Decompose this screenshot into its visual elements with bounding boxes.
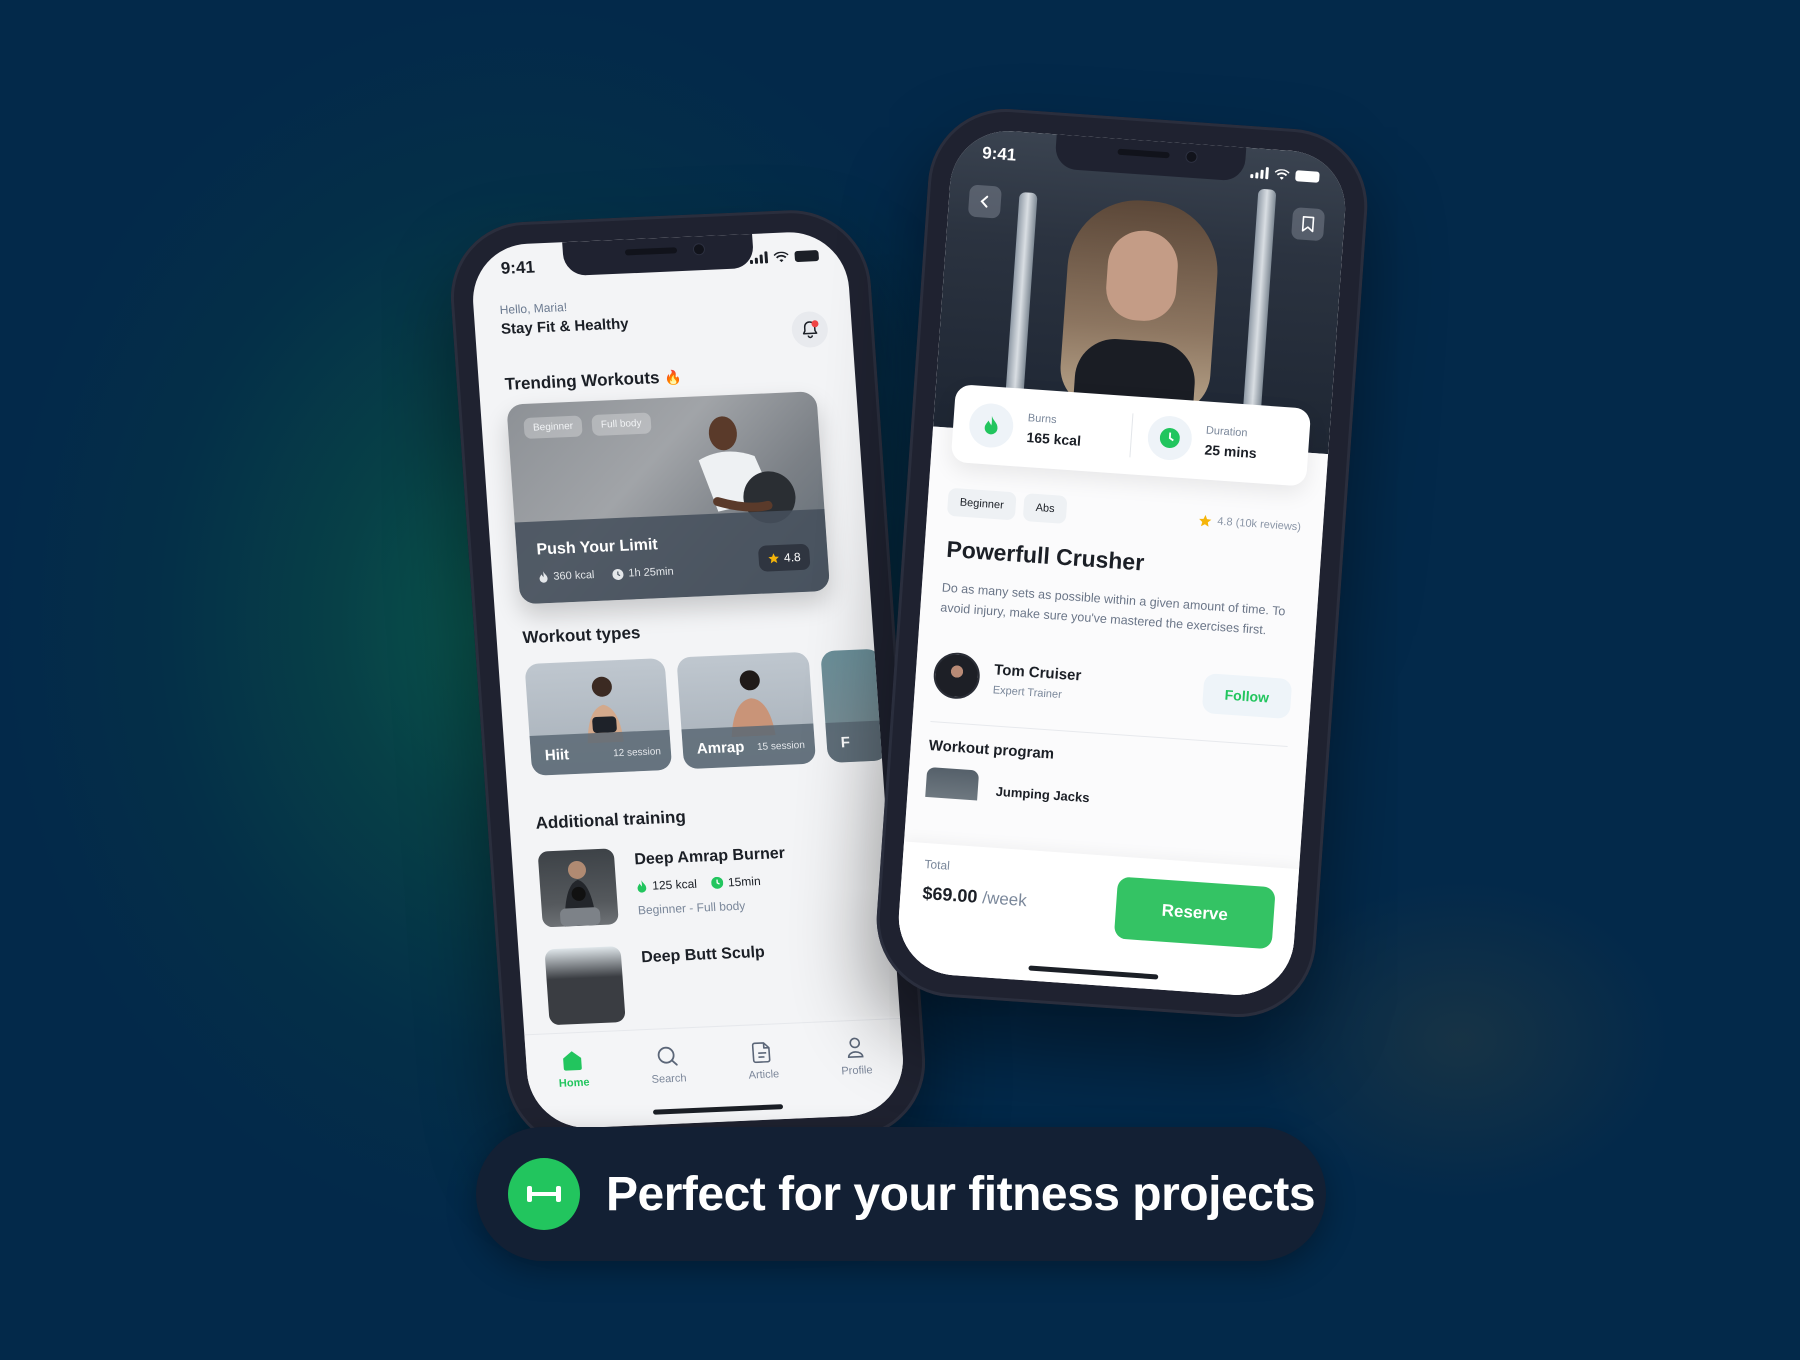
rating-badge: 4.8 xyxy=(758,543,811,572)
clock-icon xyxy=(710,876,723,889)
tab-profile[interactable]: Profile xyxy=(839,1036,873,1078)
tag-chip: Beginner xyxy=(946,487,1017,521)
home-screen: 9:41 Hello, Maria! Stay Fit & Healthy Tr… xyxy=(469,229,907,1131)
promo-banner: Perfect for your fitness projects xyxy=(476,1127,1326,1261)
phone-detail: 9:41 Burns 165 kcal Duration 25 mins Beg… xyxy=(871,103,1373,1023)
additional-training-title: Additional training xyxy=(534,807,687,833)
clock-icon xyxy=(1159,427,1180,448)
program-name: Jumping Jacks xyxy=(995,783,1091,806)
workout-type-name: Amrap xyxy=(696,738,745,758)
trainer-role: Expert Trainer xyxy=(992,683,1063,701)
chevron-left-icon xyxy=(980,195,989,208)
bookmark-icon xyxy=(1301,216,1315,233)
tab-search[interactable]: Search xyxy=(649,1044,687,1086)
calories-meta: 360 kcal xyxy=(538,569,595,583)
star-icon xyxy=(1199,514,1212,527)
clock-icon xyxy=(612,568,624,580)
training-title: Deep Amrap Burner xyxy=(633,844,786,869)
workout-type-card[interactable]: Hiit 12 session xyxy=(524,658,673,776)
signal-icon xyxy=(749,251,769,265)
training-list-item[interactable]: Deep Butt Sculp xyxy=(544,940,769,1026)
banner-icon-badge xyxy=(508,1158,580,1230)
workout-type-card[interactable]: F xyxy=(820,648,889,763)
tag-chip: Full body xyxy=(591,412,652,437)
workout-type-count: 15 session xyxy=(756,739,806,754)
stat-duration: Duration 25 mins xyxy=(1130,413,1310,469)
wifi-icon xyxy=(1274,168,1290,180)
fire-icon: 🔥 xyxy=(663,369,683,386)
training-thumbnail xyxy=(537,848,619,928)
workout-type-name: Hiit xyxy=(544,746,570,765)
greeting-text: Hello, Maria! xyxy=(499,300,568,317)
tab-home[interactable]: Home xyxy=(557,1049,590,1090)
home-icon xyxy=(563,1051,583,1071)
article-icon xyxy=(752,1042,771,1064)
workout-types-title: Workout types xyxy=(521,623,642,648)
battery-icon xyxy=(1295,169,1320,183)
training-thumbnail xyxy=(544,946,626,1026)
bottom-tab-bar: Home Search Article Profile xyxy=(524,1017,907,1131)
flame-icon xyxy=(637,879,647,893)
tab-article[interactable]: Article xyxy=(746,1040,780,1082)
workout-type-name: F xyxy=(840,733,851,752)
profile-icon xyxy=(848,1037,864,1059)
trending-title: Trending Workouts 🔥 xyxy=(504,367,682,395)
notification-button[interactable] xyxy=(790,310,830,349)
flame-icon xyxy=(984,415,998,435)
training-list-item[interactable]: Deep Amrap Burner 125 kcal 15min Beginne… xyxy=(537,841,790,928)
stat-burns: Burns 165 kcal xyxy=(952,401,1132,457)
wifi-icon xyxy=(773,251,789,262)
total-label: Total xyxy=(924,856,951,873)
phone-home: 9:41 Hello, Maria! Stay Fit & Healthy Tr… xyxy=(445,206,931,1154)
trending-title-text: Trending Workouts xyxy=(504,368,661,394)
reserve-button[interactable]: Reserve xyxy=(1113,876,1276,950)
program-thumbnail xyxy=(925,766,980,801)
detail-screen: 9:41 Burns 165 kcal Duration 25 mins Beg… xyxy=(894,127,1350,999)
workout-type-card[interactable]: Amrap 15 session xyxy=(676,651,817,770)
trainer-name: Tom Cruiser xyxy=(993,660,1082,684)
battery-icon xyxy=(794,249,820,262)
tag-chip: Abs xyxy=(1022,493,1068,524)
status-time: 9:41 xyxy=(500,257,536,278)
signal-icon xyxy=(1250,166,1269,180)
status-time: 9:41 xyxy=(981,143,1017,165)
price: $69.00 /week xyxy=(921,882,1028,911)
training-meta: 125 kcal 15min xyxy=(636,873,787,894)
tagline-text: Stay Fit & Healthy xyxy=(500,315,630,338)
follow-button[interactable]: Follow xyxy=(1201,673,1293,720)
workout-type-count: 12 session xyxy=(612,746,662,760)
training-title: Deep Butt Sculp xyxy=(640,943,766,967)
tag-chip: Beginner xyxy=(523,415,583,439)
trending-workout-card[interactable]: Beginner Full body Push Your Limit 360 k… xyxy=(506,391,831,605)
workout-types-list: Hiit 12 session Amrap 15 session F xyxy=(524,648,889,776)
trainer-avatar xyxy=(932,651,982,701)
banner-headline: Perfect for your fitness projects xyxy=(606,1167,1316,1221)
bookmark-button[interactable] xyxy=(1291,207,1326,242)
back-button[interactable] xyxy=(967,184,1002,219)
star-icon xyxy=(768,553,780,564)
flame-icon xyxy=(539,571,548,583)
dumbbell-icon xyxy=(527,1186,561,1202)
training-subtitle: Beginner - Full body xyxy=(637,898,746,918)
search-icon xyxy=(657,1046,678,1066)
